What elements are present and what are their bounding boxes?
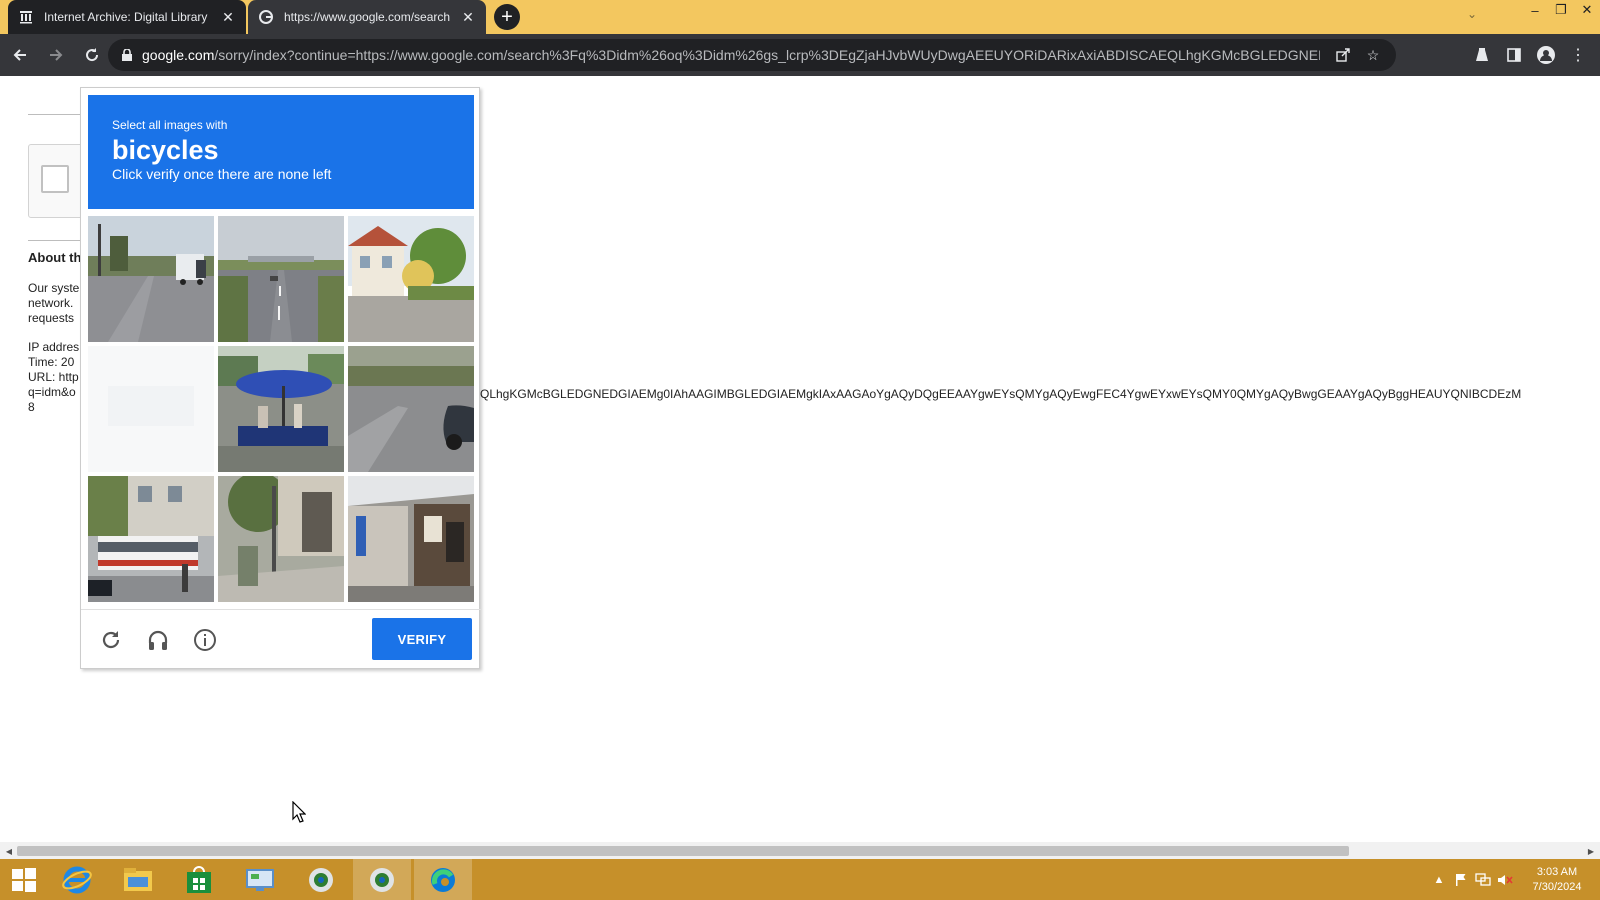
reload-challenge-icon[interactable]: [96, 625, 126, 655]
system-tray: ▲ 3:03 AM 7/30/2024: [1428, 859, 1600, 900]
scrollbar-thumb[interactable]: [17, 846, 1349, 856]
image-tile-2[interactable]: [218, 216, 344, 342]
action-center-flag-icon[interactable]: [1450, 869, 1472, 891]
tab-title: https://www.google.com/search: [284, 10, 451, 24]
control-panel-icon[interactable]: [231, 859, 289, 900]
recaptcha-checkbox[interactable]: [41, 165, 69, 193]
forward-icon[interactable]: [40, 39, 72, 71]
profile-icon[interactable]: [1530, 39, 1562, 71]
road-car-image: [348, 346, 474, 472]
extensions-icon[interactable]: [1466, 39, 1498, 71]
store-icon[interactable]: [170, 859, 228, 900]
taskbar: ▲ 3:03 AM 7/30/2024: [0, 859, 1600, 900]
challenge-intro: Select all images with: [112, 118, 228, 132]
clock-date: 7/30/2024: [1532, 880, 1582, 893]
tab-internet-archive[interactable]: Internet Archive: Digital Library ✕: [8, 0, 246, 34]
divider: [28, 114, 88, 115]
challenge-header: Select all images with bicycles Click ve…: [88, 95, 474, 209]
file-explorer-icon[interactable]: [109, 859, 167, 900]
audio-challenge-icon[interactable]: [143, 625, 173, 655]
image-tile-8[interactable]: [218, 476, 344, 602]
scroll-left-icon[interactable]: ◀: [3, 845, 15, 857]
tab-google-search[interactable]: https://www.google.com/search ✕: [248, 0, 486, 34]
clock-time: 3:03 AM: [1536, 865, 1578, 878]
minimize-icon[interactable]: –: [1522, 0, 1548, 20]
archive-icon: [18, 9, 34, 25]
restore-icon[interactable]: ❐: [1548, 0, 1574, 20]
request-details: IP addres Time: 20 URL: http q=idm&o 8: [28, 340, 80, 414]
new-tab-button[interactable]: +: [494, 4, 520, 30]
close-tab-icon[interactable]: ✕: [460, 9, 476, 25]
reload-icon[interactable]: [76, 39, 108, 71]
street-bus-image: [88, 476, 214, 602]
toolbar-right: ⋮: [1466, 39, 1594, 71]
recaptcha-anchor: [28, 144, 88, 218]
side-panel-icon[interactable]: [1498, 39, 1530, 71]
sidewalk-pole-image: [218, 476, 344, 602]
image-tile-6[interactable]: [348, 346, 474, 472]
image-tile-1[interactable]: [88, 216, 214, 342]
divider: [28, 240, 88, 241]
clock[interactable]: 3:03 AM 7/30/2024: [1526, 865, 1588, 895]
image-tile-9[interactable]: [348, 476, 474, 602]
lock-icon[interactable]: [122, 49, 132, 61]
scroll-right-icon[interactable]: ▶: [1585, 845, 1597, 857]
tab-title: Internet Archive: Digital Library: [44, 10, 208, 24]
image-grid: [88, 216, 474, 602]
about-text: Our syste network. requests: [28, 281, 80, 325]
image-tile-3[interactable]: [348, 216, 474, 342]
info-icon[interactable]: [190, 625, 220, 655]
address-bar[interactable]: google.com/sorry/index?continue=https://…: [108, 39, 1396, 71]
network-icon[interactable]: [1472, 869, 1494, 891]
volume-muted-icon[interactable]: [1494, 869, 1516, 891]
browser-toolbar: google.com/sorry/index?continue=https://…: [0, 34, 1600, 76]
google-icon: [258, 9, 274, 25]
close-tab-icon[interactable]: ✕: [220, 9, 236, 25]
loading-tile-image: [88, 346, 214, 472]
share-icon[interactable]: [1328, 41, 1358, 69]
highway-truck-image: [88, 216, 214, 342]
footer-divider: [81, 609, 481, 610]
about-heading: About th: [28, 250, 82, 265]
tab-search-icon[interactable]: ⌄: [1462, 4, 1482, 24]
show-hidden-icons-icon[interactable]: ▲: [1428, 869, 1450, 891]
horizontal-scrollbar[interactable]: ◀ ▶: [0, 842, 1600, 859]
close-window-icon[interactable]: ✕: [1574, 0, 1600, 20]
request-url-text: QLhgKGMcBGLEDGNEDGIAEMg0IAhAAGIMBGLEDGIA…: [480, 387, 1522, 401]
market-umbrella-image: [218, 346, 344, 472]
bookmark-star-icon[interactable]: ☆: [1358, 41, 1388, 69]
app-icon-globe-active[interactable]: [353, 859, 411, 900]
windows-start-icon[interactable]: [0, 859, 48, 900]
back-icon[interactable]: [4, 39, 36, 71]
shop-front-image: [348, 476, 474, 602]
challenge-hint: Click verify once there are none left: [112, 166, 332, 182]
url-host: google.com: [142, 47, 215, 63]
mouse-cursor-icon: [292, 800, 307, 828]
app-icon-globe[interactable]: [292, 859, 350, 900]
house-trees-image: [348, 216, 474, 342]
image-tile-4[interactable]: [88, 346, 214, 472]
menu-icon[interactable]: ⋮: [1562, 39, 1594, 71]
verify-button[interactable]: VERIFY: [372, 618, 472, 660]
internet-explorer-icon[interactable]: [48, 859, 106, 900]
window-controls: – ❐ ✕: [1522, 0, 1600, 22]
url-text: google.com/sorry/index?continue=https://…: [142, 47, 1320, 63]
url-path: /sorry/index?continue=https://www.google…: [214, 47, 1320, 63]
edge-icon[interactable]: [414, 859, 472, 900]
tab-strip: Internet Archive: Digital Library ✕ http…: [0, 0, 1600, 34]
road-overpass-image: [218, 216, 344, 342]
image-tile-5[interactable]: [218, 346, 344, 472]
omnibox-actions: ☆: [1320, 41, 1396, 69]
challenge-target: bicycles: [112, 135, 219, 165]
image-tile-7[interactable]: [88, 476, 214, 602]
recaptcha-challenge: Select all images with bicycles Click ve…: [80, 87, 481, 669]
